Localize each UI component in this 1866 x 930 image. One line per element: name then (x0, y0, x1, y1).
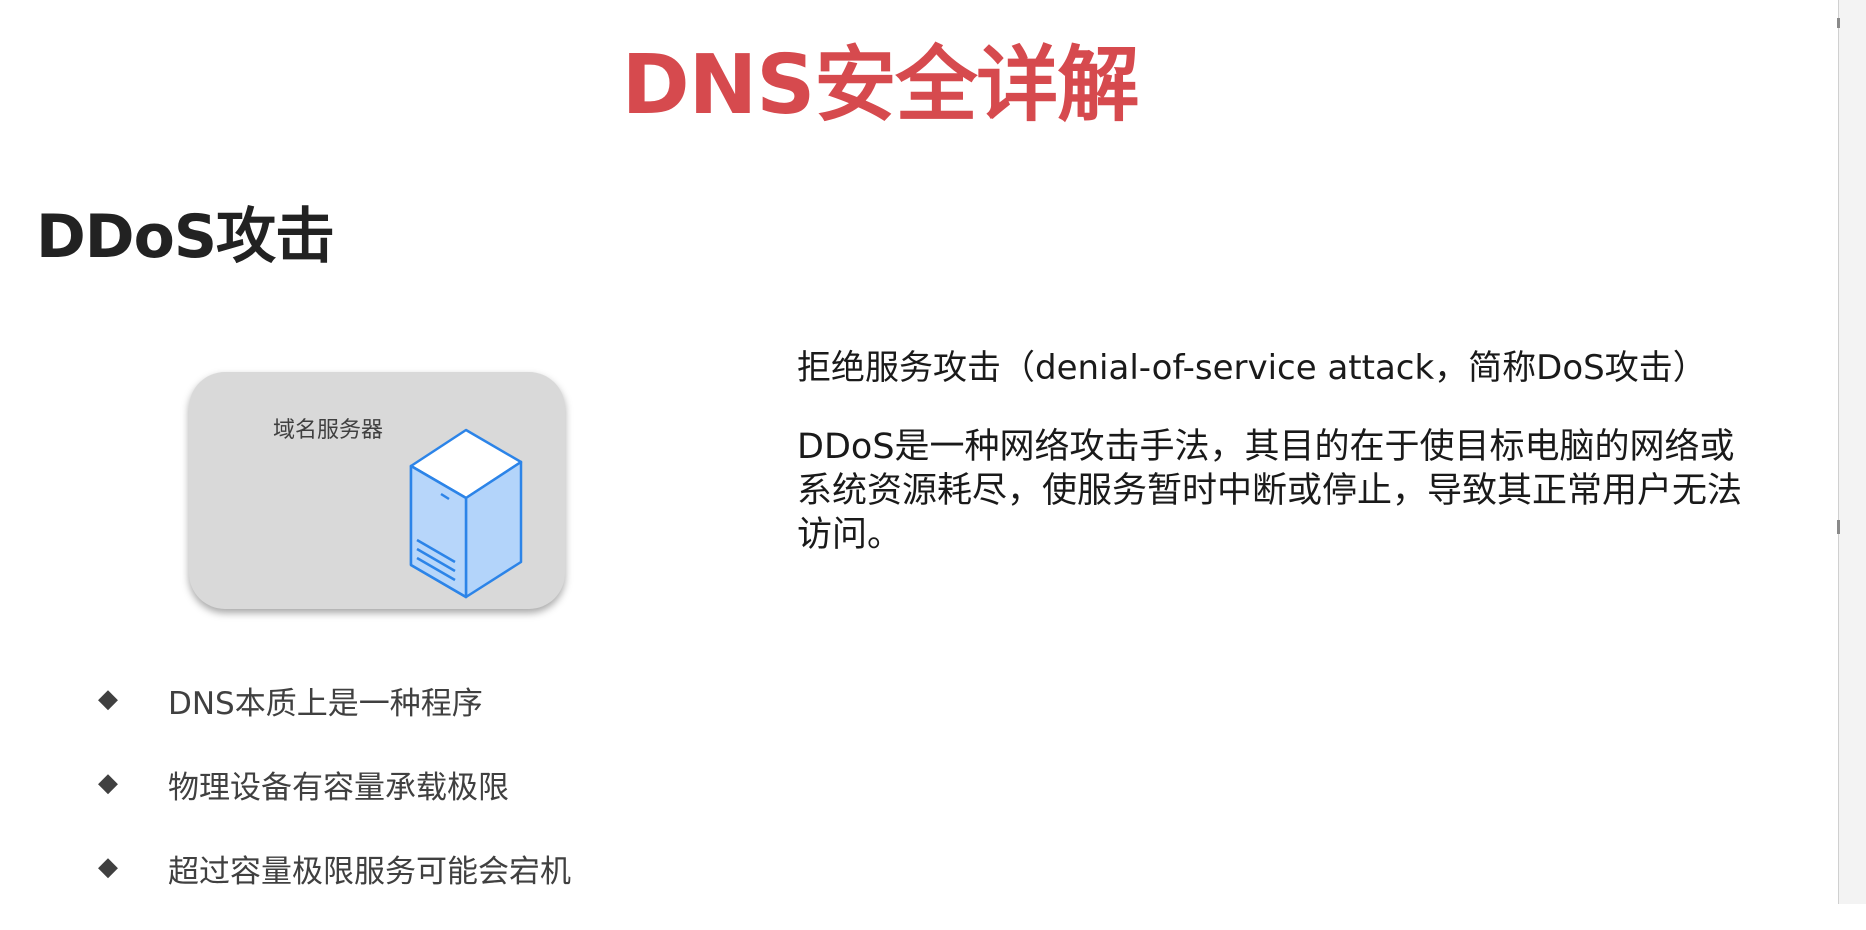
slide: DNS安全详解 DDoS攻击 域名服务器 ◆ DNS本质上是一种程序 ◆ 物理设… (0, 0, 1838, 904)
diamond-bullet-icon: ◆ (98, 684, 118, 714)
scroll-thumb[interactable] (1837, 520, 1840, 534)
description-text: DDoS是一种网络攻击手法，其目的在于使目标电脑的网络或系统资源耗尽，使服务暂时… (797, 427, 1743, 555)
edge-mark (1837, 18, 1840, 28)
server-card: 域名服务器 (189, 372, 565, 609)
server-label: 域名服务器 (273, 418, 384, 443)
bullet-text: 超过容量极限服务可能会宕机 (168, 854, 571, 890)
diamond-bullet-icon: ◆ (98, 768, 118, 798)
bullet-text: 物理设备有容量承载极限 (168, 770, 509, 806)
slide-title: DNS安全详解 (621, 38, 1140, 133)
diamond-bullet-icon: ◆ (98, 852, 118, 882)
window-edge-strip (1838, 0, 1866, 904)
bullet-text: DNS本质上是一种程序 (168, 686, 483, 722)
definition-text: 拒绝服务攻击（denial-of-service attack，简称DoS攻击） (797, 348, 1707, 388)
section-title: DDoS攻击 (36, 202, 335, 272)
server-icon (407, 426, 525, 606)
